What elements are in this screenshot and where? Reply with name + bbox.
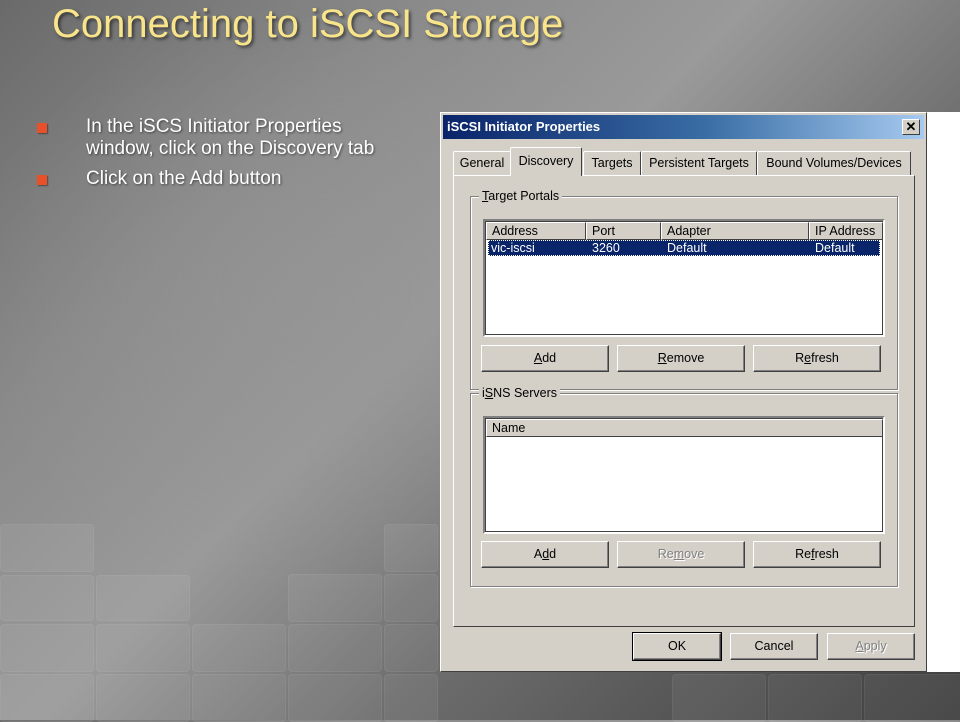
tab-targets[interactable]: Targets	[583, 151, 641, 175]
tab-general[interactable]: General	[453, 151, 511, 175]
target-portals-add-button[interactable]: Add	[481, 345, 609, 372]
bullet-square-icon	[37, 123, 47, 133]
isns-remove-button[interactable]: Remove	[617, 541, 745, 568]
column-header-name[interactable]: Name	[486, 419, 883, 437]
cancel-button[interactable]: Cancel	[730, 633, 818, 660]
tab-persistent-targets[interactable]: Persistent Targets	[641, 151, 757, 175]
isns-servers-label: iSNS Servers	[479, 385, 561, 401]
discovery-tab-panel: Target Portals Address Port Adapter IP A…	[453, 175, 915, 627]
cell-port: 3260	[592, 241, 620, 255]
cell-adapter: Default	[667, 241, 707, 255]
target-portals-refresh-button[interactable]: Refresh	[753, 345, 881, 372]
apply-button[interactable]: Apply	[827, 633, 915, 660]
iscsi-initiator-properties-dialog: iSCSI Initiator Properties ✕ General Dis…	[440, 112, 927, 672]
target-portals-list-header: Address Port Adapter IP Address	[486, 222, 883, 240]
column-header-ip-address[interactable]: IP Address	[809, 222, 883, 240]
column-header-adapter[interactable]: Adapter	[661, 222, 809, 240]
bullet-item: In the iSCS Initiator Properties window,…	[34, 116, 404, 160]
table-row[interactable]: vic-iscsi 3260 Default Default	[488, 240, 880, 256]
tab-discovery[interactable]: Discovery	[510, 147, 582, 176]
dialog-title: iSCSI Initiator Properties	[447, 119, 601, 134]
tab-bound-volumes-devices[interactable]: Bound Volumes/Devices	[757, 151, 911, 175]
slide-title: Connecting to iSCSI Storage	[52, 2, 564, 46]
dialog-titlebar[interactable]: iSCSI Initiator Properties ✕	[443, 115, 924, 139]
bullet-list: In the iSCS Initiator Properties window,…	[34, 116, 404, 198]
bullet-square-icon	[37, 175, 47, 185]
column-header-address[interactable]: Address	[486, 222, 586, 240]
bullet-item: Click on the Add button	[34, 168, 404, 190]
isns-add-button[interactable]: Add	[481, 541, 609, 568]
ok-button[interactable]: OK	[632, 632, 722, 661]
cell-ip-address: Default	[815, 241, 855, 255]
isns-servers-group: iSNS Servers Name Add Remove Refresh	[470, 385, 898, 587]
cell-address: vic-iscsi	[491, 241, 535, 255]
target-portals-remove-button[interactable]: Remove	[617, 345, 745, 372]
target-portals-list[interactable]: Address Port Adapter IP Address vic-iscs…	[483, 219, 885, 337]
isns-servers-list-header: Name	[486, 419, 883, 437]
isns-servers-list[interactable]: Name	[483, 416, 885, 534]
bullet-text: In the iSCS Initiator Properties window,…	[86, 116, 375, 159]
isns-refresh-button[interactable]: Refresh	[753, 541, 881, 568]
close-icon[interactable]: ✕	[902, 119, 920, 135]
target-portals-label: Target Portals	[479, 188, 563, 204]
bullet-text: Click on the Add button	[86, 168, 282, 189]
target-portals-group: Target Portals Address Port Adapter IP A…	[470, 188, 898, 390]
background-white-strip	[927, 112, 960, 672]
column-header-port[interactable]: Port	[586, 222, 661, 240]
